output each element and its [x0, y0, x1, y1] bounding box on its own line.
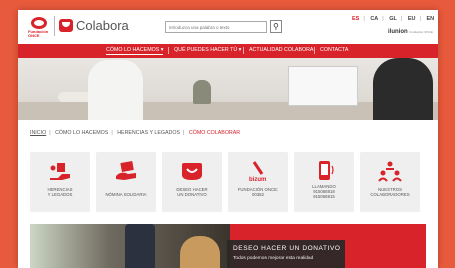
lang-ca[interactable]: CA — [370, 16, 378, 22]
banner-guide-dog — [180, 236, 220, 268]
tile-bizum[interactable]: bizum FUNDACIÓN ONCE: 00382 — [228, 152, 288, 212]
breadcrumb-como-lo-hacemos[interactable]: CÓMO LO HACEMOS — [55, 130, 108, 136]
nav-contacta[interactable]: CONTACTA — [320, 47, 348, 53]
tile-herencias[interactable]: HERENCIAS Y LEGADOS — [30, 152, 90, 212]
inheritance-icon — [50, 163, 70, 180]
tile-colaboradores[interactable]: NUESTROS COLABORADORES — [360, 152, 420, 212]
lang-en[interactable]: EN — [426, 16, 434, 22]
nav-divider — [168, 47, 169, 54]
bizum-text: bizum — [249, 177, 266, 182]
tile-label: HERENCIAS Y LEGADOS — [47, 187, 73, 197]
ilunion-logo[interactable]: ilunion Fundación ONCE — [388, 29, 433, 35]
page: Fundación ONCE Colabora ⚲ ES| CA| GL| EU… — [18, 10, 438, 268]
nav-divider — [243, 47, 244, 54]
tile-label: LLAMANDO 915068818 915068815 — [312, 184, 336, 199]
hero-person-right — [373, 58, 433, 120]
banner-title: DESEO HACER UN DONATIVO — [233, 245, 341, 252]
collaborators-icon — [378, 161, 402, 182]
banner-person — [125, 224, 155, 268]
breadcrumb-inicio[interactable]: INICIO — [30, 130, 46, 136]
lang-eu[interactable]: EU — [408, 16, 416, 22]
banner-subtitle: Todos podemos mejorar esta realidad — [233, 256, 314, 261]
brand-title[interactable]: Colabora — [76, 18, 129, 33]
fundacion-once-logo[interactable]: Fundación ONCE — [28, 17, 50, 38]
header-divider — [54, 16, 55, 36]
tile-donativo[interactable]: DESEO HACER UN DONATIVO — [162, 152, 222, 212]
breadcrumb-herencias[interactable]: HERENCIAS Y LEGADOS — [117, 130, 180, 136]
hero-plant — [193, 80, 211, 104]
tile-label: FUNDACIÓN ONCE: 00382 — [237, 187, 279, 197]
search-input[interactable] — [165, 21, 267, 33]
nav-divider — [314, 47, 315, 54]
tile-llamando[interactable]: LLAMANDO 915068818 915068815 — [294, 152, 354, 212]
once-logo-icon — [31, 17, 47, 29]
tile-label: NÓMINA SOLIDARIA — [105, 192, 147, 197]
breadcrumb-current: CÓMO COLABORAR — [188, 130, 241, 136]
nav-como-lo-hacemos[interactable]: CÓMO LO HACEMOS ▾ — [106, 47, 164, 55]
nav-que-puedes-hacer-tu[interactable]: QUÉ PUEDES HACER TÚ ▾ — [174, 47, 241, 53]
tile-label: DESEO HACER UN DONATIVO — [176, 187, 208, 197]
nav-actualidad-colabora[interactable]: ACTUALIDAD COLABORA — [249, 47, 313, 53]
lang-gl[interactable]: GL — [389, 16, 397, 22]
donation-banner[interactable]: DESEO HACER UN DONATIVO Todos podemos me… — [30, 224, 426, 268]
ilunion-logo-text: ilunion — [388, 29, 408, 35]
once-logo-bold: ONCE — [28, 33, 40, 38]
colabora-logo-icon — [59, 19, 73, 32]
hero-image — [18, 58, 438, 120]
payroll-icon — [116, 161, 136, 180]
tile-label: NUESTROS COLABORADORES — [370, 187, 410, 197]
bizum-icon: bizum — [249, 161, 266, 182]
ilunion-logo-sub: Fundación ONCE — [409, 30, 433, 34]
breadcrumb: INICIO | CÓMO LO HACEMOS | HERENCIAS Y LEG… — [30, 130, 241, 136]
hero-person-left — [88, 60, 143, 120]
header: Fundación ONCE Colabora ⚲ ES| CA| GL| EU… — [18, 10, 438, 42]
collaboration-options: HERENCIAS Y LEGADOS NÓMINA SOLIDARIA DES… — [30, 152, 430, 212]
donation-smile-icon — [182, 163, 202, 180]
search-button[interactable]: ⚲ — [270, 20, 282, 33]
hero-laptop — [288, 66, 358, 106]
language-switcher: ES | CA | GL | EU | EN — [352, 16, 435, 22]
main-nav: CÓMO LO HACEMOS ▾ QUÉ PUEDES HACER TÚ ▾ … — [18, 44, 438, 58]
lang-es[interactable]: ES — [352, 16, 359, 22]
phone-icon — [319, 161, 334, 180]
search-icon: ⚲ — [273, 22, 279, 31]
tile-nomina-solidaria[interactable]: NÓMINA SOLIDARIA — [96, 152, 156, 212]
